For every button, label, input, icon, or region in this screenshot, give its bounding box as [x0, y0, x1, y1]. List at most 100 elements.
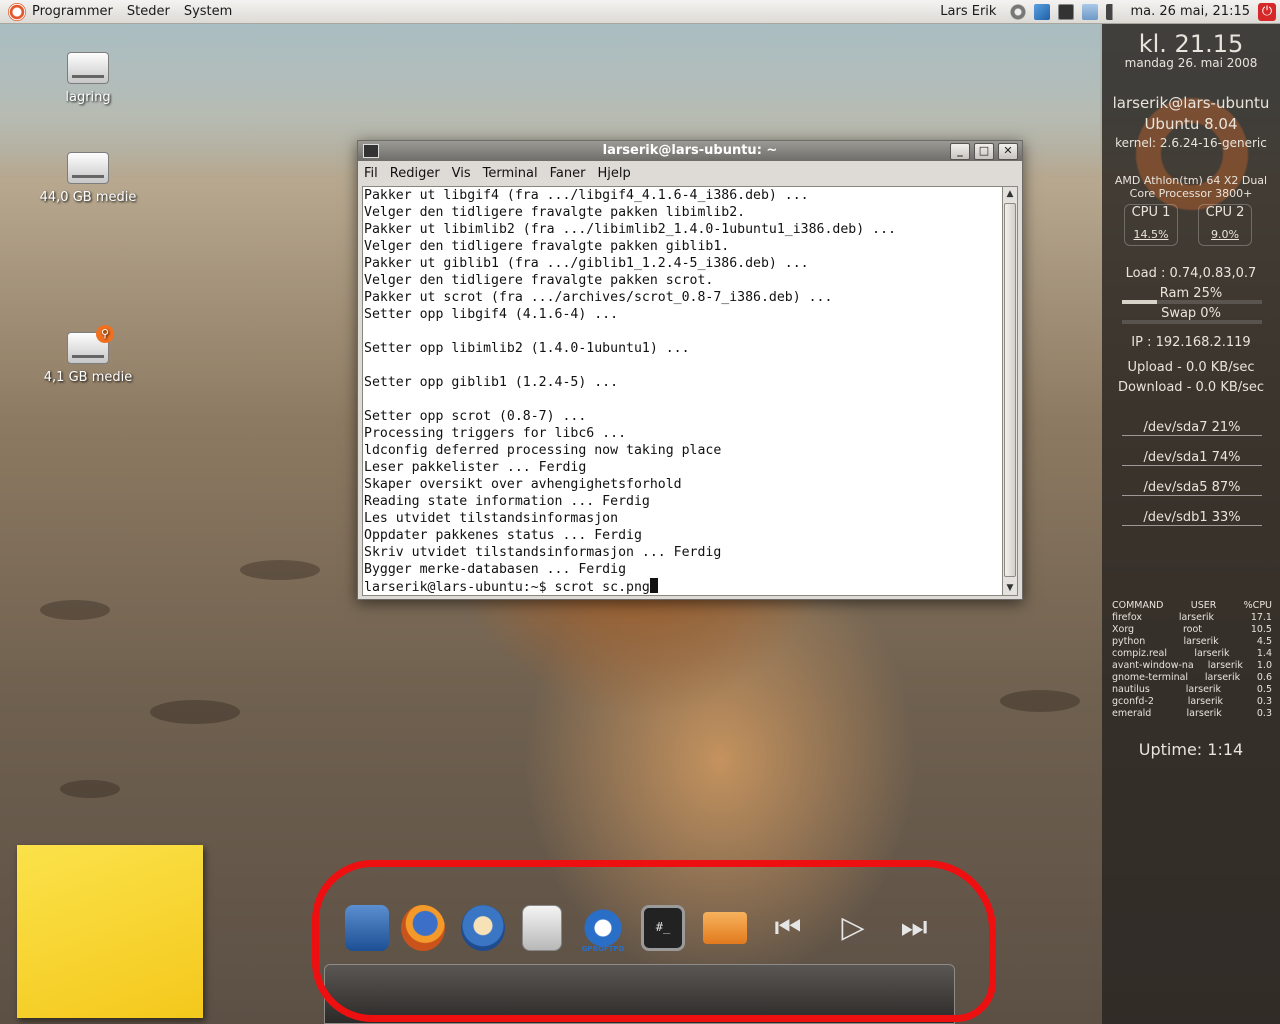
- process-cpu: 0.3: [1256, 696, 1272, 707]
- conky-time: kl. 21.15: [1138, 30, 1244, 58]
- wallpaper-detail: [1000, 690, 1080, 712]
- menu-hjelp[interactable]: Hjelp: [597, 166, 630, 181]
- conky-os: Ubuntu 8.04: [1144, 115, 1238, 133]
- conky-ip: IP : 192.168.2.119: [1131, 335, 1251, 350]
- cpu2-value: 9.0%: [1211, 228, 1239, 241]
- menu-system[interactable]: System: [184, 4, 232, 19]
- terminal-line: Skaper oversikt over avhengighetsforhold: [364, 477, 682, 492]
- terminal-line: Skriv utvidet tilstandsinformasjon ... F…: [364, 545, 722, 560]
- ram-bar: [1122, 300, 1262, 304]
- process-cpu: 0.6: [1256, 672, 1272, 683]
- process-command: python: [1112, 636, 1146, 647]
- text-cursor: [649, 578, 658, 593]
- terminal-output[interactable]: Pakker ut libgif4 (fra .../libgif4_4.1.6…: [362, 186, 1004, 596]
- close-button[interactable]: ✕: [998, 143, 1018, 160]
- process-user: larserik: [1178, 612, 1215, 623]
- gear-icon[interactable]: [1010, 3, 1027, 20]
- terminal-line: Oppdater pakkenes status ... Ferdig: [364, 528, 642, 543]
- conky-cpu-name: Core Processor 3800+: [1129, 187, 1253, 200]
- wallpaper-detail: [60, 780, 120, 798]
- conky-monitor: kl. 21.15 mandag 26. mai 2008 larserik@l…: [1102, 24, 1280, 1024]
- maximize-button[interactable]: □: [974, 143, 994, 160]
- process-cpu: 1.4: [1256, 648, 1272, 659]
- scroll-up-icon[interactable]: ▲: [1003, 187, 1017, 201]
- process-header: COMMAND USER %CPU: [1112, 600, 1272, 611]
- terminal-window-icon[interactable]: [363, 144, 379, 158]
- menu-steder[interactable]: Steder: [127, 4, 170, 19]
- mail-icon[interactable]: [1082, 3, 1099, 20]
- display-icon[interactable]: [1058, 3, 1075, 20]
- terminal-line: Processing triggers for libc6 ...: [364, 426, 627, 441]
- wallpaper-detail: [240, 560, 320, 580]
- terminal-prompt[interactable]: larserik@lars-ubuntu:~$ scrot sc.png: [363, 578, 1003, 595]
- process-user: larserik: [1186, 708, 1222, 719]
- drive-icon: [67, 52, 109, 84]
- terminal-line: Pakker ut giblib1 (fra .../giblib1_1.2.4…: [364, 256, 809, 271]
- col-cpu: %CPU: [1243, 600, 1272, 611]
- power-icon[interactable]: ⏻: [1258, 2, 1276, 21]
- terminal-titlebar[interactable]: larserik@lars-ubuntu: ~ _ □ ✕: [358, 141, 1022, 161]
- process-cpu: 4.5: [1256, 636, 1272, 647]
- terminal-line: Setter opp giblib1 (1.2.4-5) ...: [364, 375, 619, 390]
- panel-clock[interactable]: ma. 26 mai, 21:15: [1130, 4, 1250, 19]
- process-user: larserik: [1185, 684, 1221, 695]
- process-command: avant-window-na: [1112, 660, 1194, 671]
- process-command: gconfd-2: [1112, 696, 1154, 707]
- conky-host: larserik@lars-ubuntu: [1112, 94, 1270, 112]
- conky-cpu-name: AMD Athlon(tm) 64 X2 Dual: [1114, 174, 1268, 187]
- scroll-down-icon[interactable]: ▼: [1003, 581, 1017, 595]
- minimize-button[interactable]: _: [950, 143, 970, 160]
- desktop-icon-label: lagring: [65, 90, 111, 105]
- process-row: Xorg root 10.5: [1112, 624, 1272, 635]
- terminal-line: Velger den tidligere fravalgte pakken gi…: [364, 239, 730, 254]
- process-cpu: 1.0: [1256, 660, 1272, 671]
- process-row: emerald larserik 0.3: [1112, 708, 1272, 719]
- menu-vis[interactable]: Vis: [452, 166, 471, 181]
- process-command: Xorg: [1112, 624, 1135, 635]
- terminal-line: ldconfig deferred processing now taking …: [364, 443, 722, 458]
- process-command: compiz.real: [1112, 648, 1167, 659]
- menu-rediger[interactable]: Rediger: [390, 166, 440, 181]
- conky-kernel: kernel: 2.6.24-16-generic: [1115, 136, 1267, 150]
- menu-faner[interactable]: Faner: [550, 166, 586, 181]
- terminal-menubar: Fil Rediger Vis Terminal Faner Hjelp: [358, 161, 1022, 185]
- terminal-scrollbar[interactable]: ▲ ▼: [1002, 186, 1018, 596]
- cpu1-box: CPU 1 14.5%: [1124, 204, 1178, 246]
- terminal-line: Reading state information ... Ferdig: [364, 494, 650, 509]
- menu-terminal[interactable]: Terminal: [483, 166, 538, 181]
- scrollbar-thumb[interactable]: [1004, 203, 1016, 577]
- wallpaper-detail: [150, 700, 240, 724]
- cpu2-box: CPU 2 9.0%: [1198, 204, 1252, 246]
- desktop-icon-lagring[interactable]: lagring: [33, 52, 143, 105]
- terminal-line: Setter opp scrot (0.8-7) ...: [364, 409, 587, 424]
- process-cpu: 17.1: [1250, 612, 1272, 623]
- volume-icon[interactable]: [1106, 3, 1123, 20]
- process-row: gnome-terminal larserik 0.6: [1112, 672, 1272, 683]
- sticky-note[interactable]: [17, 845, 203, 1018]
- process-row: compiz.real larserik 1.4: [1112, 648, 1272, 659]
- ubuntu-logo-icon[interactable]: [8, 2, 26, 21]
- process-user: root: [1182, 624, 1202, 635]
- user-name[interactable]: Lars Erik: [940, 4, 996, 19]
- process-user: larserik: [1187, 696, 1224, 707]
- ram-bar-fill: [1122, 300, 1157, 304]
- terminal-line: Bygger merke-databasen ... Ferdig: [364, 562, 627, 577]
- terminal-window[interactable]: larserik@lars-ubuntu: ~ _ □ ✕ Fil Redige…: [357, 140, 1023, 600]
- process-row: nautilus larserik 0.5: [1112, 684, 1272, 695]
- process-user: larserik: [1207, 660, 1243, 671]
- network-icon[interactable]: [1034, 3, 1051, 20]
- terminal-line: Pakker ut libimlib2 (fra .../libimlib2_1…: [364, 222, 896, 237]
- desktop-icon-label: 4,1 GB medie: [43, 370, 133, 385]
- conky-download: Download - 0.0 KB/sec: [1117, 380, 1265, 395]
- desktop-icon-4gb[interactable]: ⚲ 4,1 GB medie: [33, 325, 143, 385]
- process-row: python larserik 4.5: [1112, 636, 1272, 647]
- desktop-icon-44gb[interactable]: 44,0 GB medie: [33, 152, 143, 205]
- menu-fil[interactable]: Fil: [364, 166, 378, 181]
- process-cpu: 10.5: [1250, 624, 1272, 635]
- menu-programmer[interactable]: Programmer: [32, 4, 113, 19]
- terminal-line: Setter opp libimlib2 (1.4.0-1ubuntu1) ..…: [364, 341, 690, 356]
- drive-icon: [67, 152, 109, 184]
- col-user: USER: [1190, 600, 1217, 611]
- process-cpu: 0.3: [1256, 708, 1272, 719]
